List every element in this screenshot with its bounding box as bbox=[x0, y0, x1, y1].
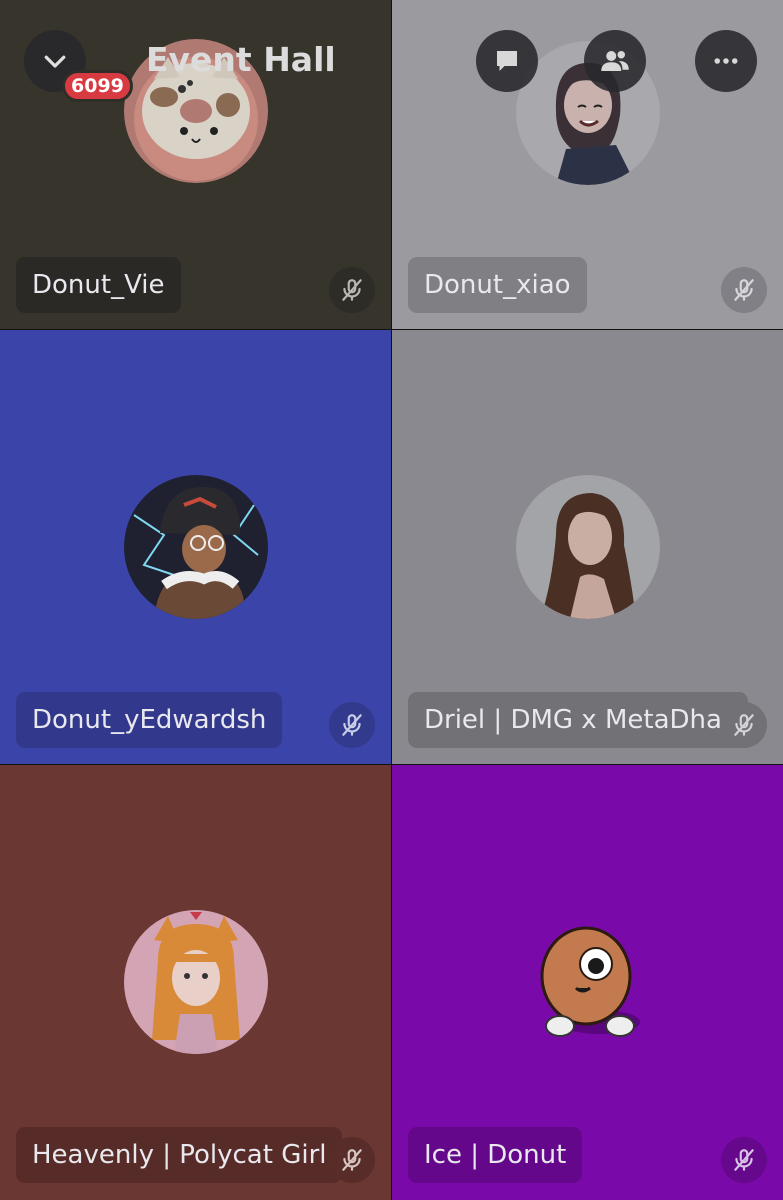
unread-badge: 6099 bbox=[62, 70, 133, 102]
participant-name: Heavenly | Polycat Girl bbox=[16, 1127, 343, 1183]
mic-muted-icon[interactable] bbox=[329, 267, 375, 313]
more-options-button[interactable] bbox=[695, 30, 757, 92]
participant-name: Donut_xiao bbox=[408, 257, 587, 313]
mic-muted-icon[interactable] bbox=[721, 1137, 767, 1183]
chat-button[interactable] bbox=[476, 30, 538, 92]
call-header: 6099 Event Hall bbox=[0, 0, 783, 130]
participant-tile-driel[interactable]: Driel | DMG x MetaDhana bbox=[392, 330, 783, 764]
avatar bbox=[515, 475, 660, 619]
avatar bbox=[515, 910, 660, 1054]
participant-tile-donut-yedwardsh[interactable]: Donut_yEdwardsh bbox=[0, 330, 391, 764]
participant-tile-heavenly[interactable]: Heavenly | Polycat Girl bbox=[0, 765, 391, 1200]
chevron-down-icon bbox=[44, 55, 66, 68]
mic-muted-icon[interactable] bbox=[721, 267, 767, 313]
chat-bubble-icon bbox=[497, 51, 517, 71]
participant-name: Ice | Donut bbox=[408, 1127, 583, 1183]
mic-muted-icon[interactable] bbox=[329, 702, 375, 748]
mic-muted-icon[interactable] bbox=[721, 702, 767, 748]
participant-tile-ice-donut[interactable]: Ice | Donut bbox=[392, 765, 783, 1200]
page-title: Event Hall bbox=[146, 40, 336, 79]
avatar bbox=[123, 475, 268, 619]
participant-name: Driel | DMG x MetaDhana bbox=[408, 692, 748, 748]
members-icon bbox=[601, 51, 629, 71]
participant-name: Donut_Vie bbox=[16, 257, 181, 313]
mic-muted-icon[interactable] bbox=[329, 1137, 375, 1183]
video-grid: Donut_Vie Donut_xiao Donut_yEdwardsh Dri… bbox=[0, 0, 783, 1200]
members-button[interactable] bbox=[584, 30, 646, 92]
more-options-icon bbox=[714, 58, 738, 64]
participant-name: Donut_yEdwardsh bbox=[16, 692, 283, 748]
avatar bbox=[123, 910, 268, 1054]
